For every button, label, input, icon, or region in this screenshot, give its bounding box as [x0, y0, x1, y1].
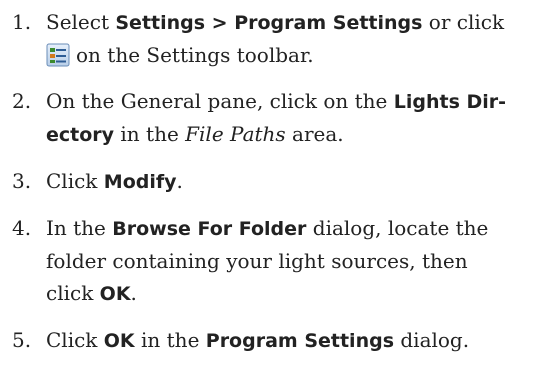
menu-path: Settings > Program Settings — [115, 12, 423, 34]
step-1: 1. Select Settings > Program Settings or… — [0, 6, 538, 71]
modify-label: Modify — [103, 171, 177, 193]
file-paths-area-label: File Paths — [185, 122, 286, 146]
step-5: 5. Click OK in the Program Settings dial… — [0, 324, 538, 357]
program-settings-label: Program Settings — [205, 330, 395, 352]
step-number: 2. — [12, 89, 32, 113]
lights-directory-label: Lights Dir- — [393, 91, 507, 113]
lights-directory-label-cont: ectory — [46, 124, 115, 146]
ok-label: OK — [99, 283, 131, 305]
step-number: 5. — [12, 328, 32, 352]
step-2: 2. On the General pane, click on the Lig… — [0, 85, 538, 151]
program-settings-icon — [46, 43, 70, 67]
step-number: 3. — [12, 169, 32, 193]
ok-label: OK — [103, 330, 135, 352]
step-number: 1. — [12, 10, 32, 34]
instruction-steps: 1. Select Settings > Program Settings or… — [0, 6, 538, 371]
browse-for-folder-label: Browse For Folder — [112, 218, 307, 240]
step-number: 4. — [12, 216, 32, 240]
step-4: 4. In the Browse For Folder dialog, loca… — [0, 212, 538, 310]
step-3: 3. Click Modify. — [0, 165, 538, 198]
